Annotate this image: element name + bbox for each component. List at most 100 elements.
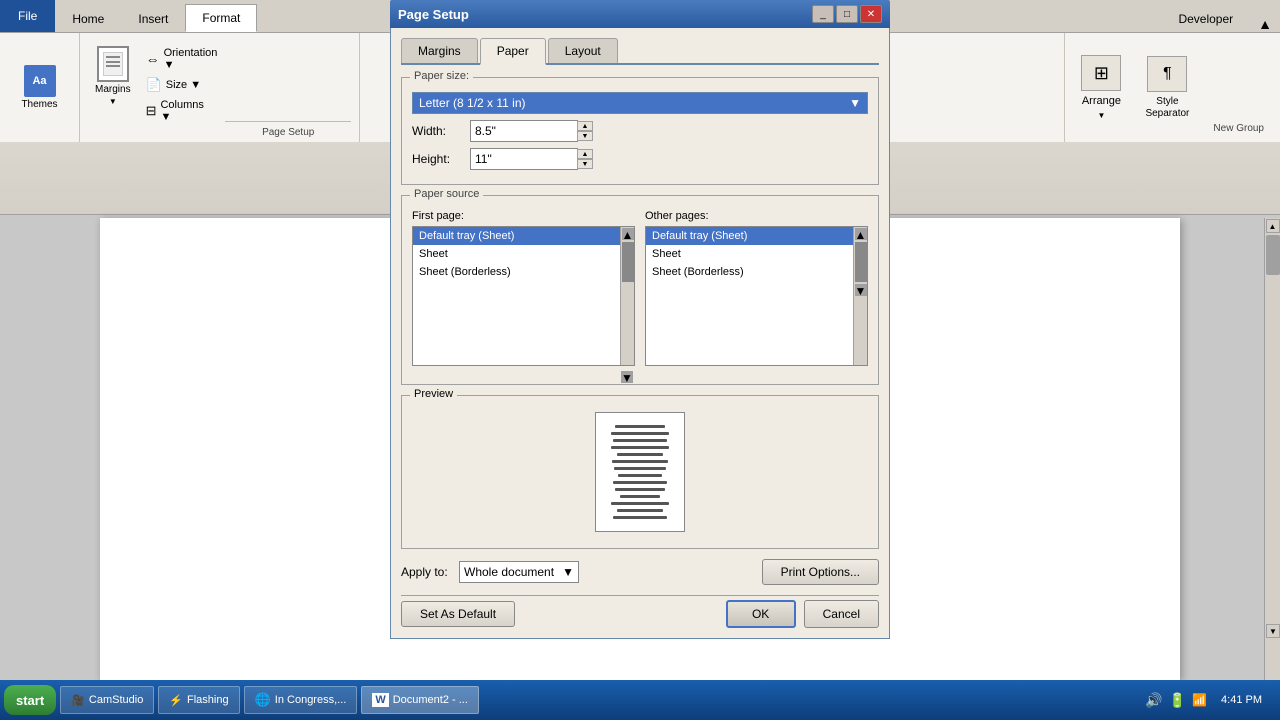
ribbon-expand-icon[interactable]: ▲ — [1258, 16, 1272, 32]
width-spin-down[interactable]: ▼ — [577, 131, 593, 141]
first-page-item-0[interactable]: Default tray (Sheet) — [413, 227, 620, 245]
paper-size-legend: Paper size: — [410, 70, 473, 82]
preview-page — [595, 412, 685, 532]
arrange-button[interactable]: ⊞ Arrange ▼ — [1081, 55, 1121, 120]
taskbar-item-camstudio[interactable]: 🎥 CamStudio — [60, 686, 154, 714]
height-spin-down[interactable]: ▼ — [577, 159, 593, 169]
columns-label: Columns ▼ — [160, 99, 217, 123]
preview-line-4 — [611, 446, 669, 449]
orientation-button[interactable]: ⇔ Orientation ▼ — [142, 45, 222, 73]
preview-line-11 — [620, 495, 660, 498]
first-scroll-thumb[interactable] — [622, 242, 634, 282]
height-label: Height: — [412, 152, 462, 166]
dialog-minimize-button[interactable]: _ — [812, 5, 834, 23]
width-spin-up[interactable]: ▲ — [577, 121, 593, 131]
preview-line-7 — [614, 467, 666, 470]
ok-cancel-group: OK Cancel — [726, 600, 879, 628]
dialog-restore-button[interactable]: □ — [836, 5, 858, 23]
first-page-scrollbar[interactable]: ▲ ▼ — [620, 227, 634, 365]
style-separator-button[interactable]: ¶ Style Separator — [1137, 56, 1197, 120]
preview-line-14 — [613, 516, 666, 519]
other-scroll-down[interactable]: ▼ — [855, 284, 867, 296]
other-pages-list[interactable]: ▲ ▼ Default tray (Sheet) Sheet Sheet (Bo… — [645, 226, 868, 366]
paper-size-select-wrapper: Letter (8 1/2 x 11 in) ▼ — [412, 92, 868, 114]
tab-layout[interactable]: Layout — [548, 38, 618, 63]
first-page-item-2[interactable]: Sheet (Borderless) — [413, 263, 620, 281]
margins-button[interactable]: Margins ▼ — [88, 41, 138, 111]
taskbar-item-flashing[interactable]: ⚡ Flashing — [158, 686, 239, 714]
dialog-controls: _ □ ✕ — [812, 5, 882, 23]
apply-to-select[interactable]: Whole document ▼ — [459, 561, 579, 583]
preview-line-2 — [611, 432, 669, 435]
clock-time: 4:41 PM — [1221, 694, 1262, 706]
height-input[interactable] — [470, 148, 578, 170]
tab-format[interactable]: Format — [185, 4, 257, 32]
taskbar-item-word[interactable]: W Document2 - ... — [361, 686, 479, 714]
start-button[interactable]: start — [4, 685, 56, 715]
dialog-close-button[interactable]: ✕ — [860, 5, 882, 23]
other-page-item-0[interactable]: Default tray (Sheet) — [646, 227, 853, 245]
width-input-group: ▲ ▼ — [470, 120, 593, 142]
apply-to-arrow: ▼ — [562, 565, 574, 579]
dialog-tabs: Margins Paper Layout — [401, 38, 879, 65]
columns-button[interactable]: ⊟ Columns ▼ — [142, 97, 222, 125]
first-page-items: Default tray (Sheet) Sheet Sheet (Border… — [413, 227, 620, 281]
browser-icon: 🌐 — [255, 692, 271, 708]
size-button[interactable]: 📄 Size ▼ — [142, 75, 222, 95]
arrange-dropdown: ▼ — [1097, 111, 1105, 120]
ok-button[interactable]: OK — [726, 600, 796, 628]
first-page-item-1[interactable]: Sheet — [413, 245, 620, 263]
taskbar-item-browser[interactable]: 🌐 In Congress,... — [244, 686, 358, 714]
tab-margins[interactable]: Margins — [401, 38, 478, 63]
width-spinner[interactable]: ▲ ▼ — [577, 121, 593, 141]
print-options-button[interactable]: Print Options... — [762, 559, 879, 585]
preview-line-6 — [612, 460, 668, 463]
ribbon-group-themes: Aa Themes — [0, 33, 80, 142]
other-page-item-2[interactable]: Sheet (Borderless) — [646, 263, 853, 281]
dialog-buttons: Set As Default OK Cancel — [401, 595, 879, 628]
scroll-thumb[interactable] — [1266, 235, 1280, 275]
other-scroll-thumb[interactable] — [855, 242, 867, 282]
word-label: Document2 - ... — [393, 694, 468, 706]
tab-home[interactable]: Home — [55, 4, 121, 32]
vertical-scrollbar[interactable]: ▲ ▼ — [1264, 218, 1280, 680]
height-spinner[interactable]: ▲ ▼ — [577, 149, 593, 169]
first-page-list[interactable]: ▲ ▼ Default tray (Sheet) Sheet Sheet (Bo… — [412, 226, 635, 366]
other-scroll-up[interactable]: ▲ — [855, 228, 867, 240]
columns-icon: ⊟ — [146, 103, 157, 119]
ribbon-group-page-setup: Margins ▼ ⇔ Orientation ▼ 📄 Size ▼ ⊟ Col… — [80, 33, 360, 142]
set-default-button[interactable]: Set As Default — [401, 601, 515, 627]
themes-icon: Aa — [24, 65, 56, 97]
flashing-icon: ⚡ — [169, 694, 183, 707]
word-icon: W — [372, 693, 388, 707]
scroll-up-button[interactable]: ▲ — [1266, 219, 1280, 233]
tab-file[interactable]: File — [0, 0, 55, 32]
tab-paper[interactable]: Paper — [480, 38, 546, 65]
apply-to-value: Whole document — [464, 565, 554, 579]
apply-row: Apply to: Whole document ▼ Print Options… — [401, 559, 879, 585]
tab-insert[interactable]: Insert — [121, 4, 185, 32]
other-page-scrollbar[interactable]: ▲ ▼ — [853, 227, 867, 365]
scroll-down-button[interactable]: ▼ — [1266, 624, 1280, 638]
cancel-button[interactable]: Cancel — [804, 600, 879, 628]
preview-line-13 — [617, 509, 664, 512]
height-spin-up[interactable]: ▲ — [577, 149, 593, 159]
first-scroll-up[interactable]: ▲ — [622, 228, 634, 240]
width-input[interactable] — [470, 120, 578, 142]
preview-line-10 — [615, 488, 665, 491]
print-options-wrapper: Print Options... — [762, 559, 879, 585]
tab-developer[interactable]: Developer — [1161, 4, 1250, 32]
themes-button[interactable]: Aa Themes — [14, 60, 64, 115]
tray-icon-2: 🔋 — [1169, 692, 1186, 709]
camstudio-label: CamStudio — [89, 694, 143, 706]
preview-line-3 — [613, 439, 667, 442]
dialog-titlebar: Page Setup _ □ ✕ — [390, 0, 890, 28]
paper-size-select[interactable]: Letter (8 1/2 x 11 in) ▼ — [412, 92, 868, 114]
other-page-item-1[interactable]: Sheet — [646, 245, 853, 263]
preview-line-12 — [611, 502, 669, 505]
paper-size-value: Letter (8 1/2 x 11 in) — [419, 96, 526, 110]
margins-dropdown-arrow: ▼ — [109, 97, 117, 106]
paper-source-legend: Paper source — [410, 188, 483, 200]
paper-source-section: Paper source First page: ▲ ▼ Default tra… — [401, 195, 879, 385]
preview-line-9 — [613, 481, 668, 484]
